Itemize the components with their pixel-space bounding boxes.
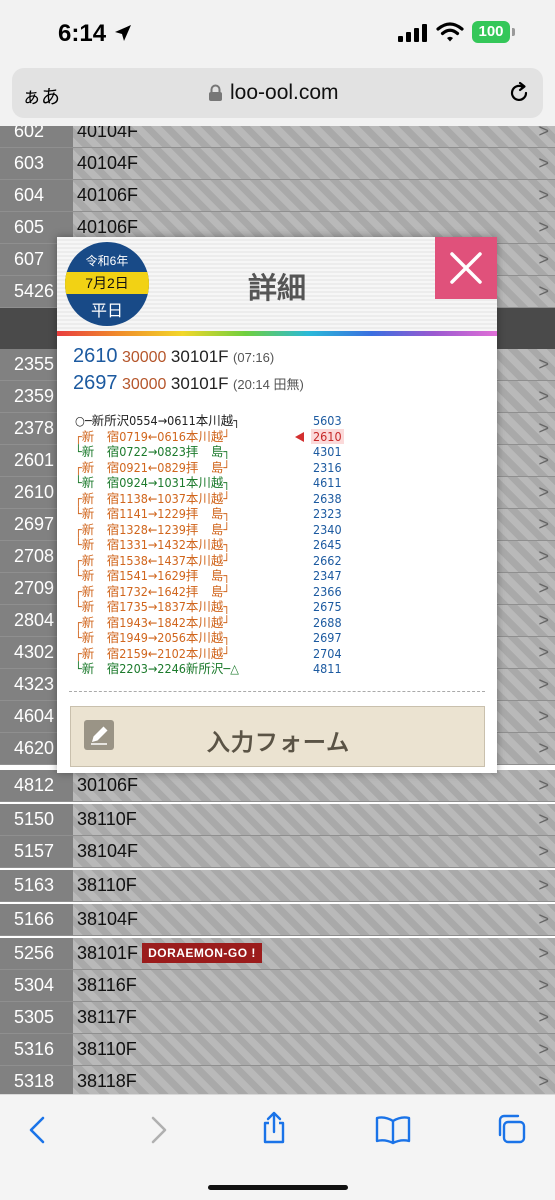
address-bar[interactable]: ぁあ loo-ool.com (12, 68, 543, 118)
chevron-right-icon: > (538, 386, 549, 406)
chevron-right-icon: > (538, 153, 549, 173)
train-summary: 2610 30000 30101F (07:16) 2697 30000 301… (73, 345, 304, 399)
schedule-row: └新 宿1735→1837本川越┐ 2675 (75, 599, 342, 614)
chevron-right-icon: > (538, 546, 549, 566)
schedule-row: └新 宿2203→2246新所沢─△ 4811 (75, 661, 342, 676)
chevron-right-icon: > (538, 482, 549, 502)
url-domain[interactable]: loo-ool.com (230, 81, 339, 105)
list-item[interactable]: 5166 38104F > (0, 904, 555, 936)
reload-icon[interactable] (507, 81, 531, 105)
chevron-right-icon: > (538, 975, 549, 995)
battery-tip (512, 28, 515, 36)
chevron-right-icon: > (538, 775, 549, 795)
rainbow-divider (57, 331, 497, 336)
list-item[interactable]: 5318 38118F > (0, 1066, 555, 1094)
chevron-right-icon: > (538, 1007, 549, 1027)
chevron-right-icon: > (538, 1071, 549, 1091)
list-item[interactable]: 5304 38116F > (0, 970, 555, 1002)
list-item[interactable]: 5316 38110F > (0, 1034, 555, 1066)
doraemon-badge: DORAEMON-GO ! (142, 943, 262, 963)
tabs-icon[interactable] (495, 1113, 527, 1145)
chevron-right-icon: > (538, 909, 549, 929)
chevron-right-icon: > (538, 809, 549, 829)
chevron-right-icon: > (538, 738, 549, 758)
status-time: 6:14 (58, 20, 107, 47)
list-item[interactable]: 603 40104F > (0, 148, 555, 180)
chevron-right-icon: > (538, 610, 549, 630)
dashed-divider (69, 691, 485, 692)
share-icon[interactable] (259, 1111, 289, 1145)
list-item[interactable]: 602 40104F > (0, 126, 555, 148)
home-indicator (208, 1185, 348, 1190)
chevron-right-icon: > (538, 126, 549, 141)
modal-title: 詳細 (247, 273, 306, 305)
schedule-row: └新 宿1331→1432本川越┐ 2645 (75, 537, 342, 552)
schedule-row: └新 宿0722→0823拝 島┐ 4301 (75, 444, 342, 459)
back-icon[interactable] (26, 1115, 50, 1145)
chevron-right-icon: > (538, 1039, 549, 1059)
list-item[interactable]: 5305 38117F > (0, 1002, 555, 1034)
schedule-row: └新 宿1541→1629拝 島┐ 2347 (75, 568, 342, 583)
chevron-right-icon: > (538, 642, 549, 662)
schedule-row: ┌新 宿1943←1842本川越┘ 2688 (75, 614, 342, 630)
chevron-right-icon: > (538, 514, 549, 534)
chevron-right-icon: > (538, 418, 549, 438)
schedule-row: ┌新 宿0921←0829拝 島┘ 2316 (75, 459, 342, 475)
cellular-signal-icon (398, 24, 427, 42)
input-form-label: 入力フォーム (206, 729, 351, 755)
close-button[interactable] (435, 237, 497, 299)
page-settings-button[interactable]: ぁあ (22, 82, 60, 109)
detail-modal: 令和6年 7月2日 平日 詳細 2610 30000 30101F (07:16… (57, 237, 497, 773)
schedule-row: ┌新 宿2159←2102本川越┘ 2704 (75, 645, 342, 661)
chevron-right-icon: > (538, 185, 549, 205)
chevron-right-icon: > (538, 249, 549, 269)
current-train-marker-icon (295, 431, 304, 442)
browser-address-area: ぁあ loo-ool.com (0, 64, 555, 126)
chevron-right-icon: > (538, 281, 549, 301)
close-icon (450, 252, 482, 284)
schedule-row: └新 宿0924→1031本川越┐ 4611 (75, 475, 342, 490)
schedule-row: └新 宿1141→1229拝 島┐ 2323 (75, 506, 342, 521)
chevron-right-icon: > (538, 706, 549, 726)
status-bar: 6:14 100 (0, 0, 555, 64)
location-arrow-icon (115, 25, 131, 41)
schedule-row: ┌新 宿1732←1642拝 島┘ 2366 (75, 583, 342, 599)
chevron-right-icon: > (538, 354, 549, 374)
list-item[interactable]: 5163 38110F > (0, 870, 555, 902)
chevron-right-icon: > (538, 943, 549, 963)
list-item[interactable]: 5157 38104F > (0, 836, 555, 868)
list-item[interactable]: 5256 38101F DORAEMON-GO ! > (0, 938, 555, 970)
schedule-row: ┌新 宿1138←1037本川越┘ 2638 (75, 490, 342, 506)
train-summary-row: 2610 30000 30101F (07:16) (73, 345, 275, 367)
chevron-right-icon: > (538, 217, 549, 237)
bookmarks-icon[interactable] (375, 1115, 411, 1145)
forward-icon[interactable] (146, 1115, 170, 1145)
schedule-row: ┌新 宿1328←1239拝 島┘ 2340 (75, 521, 342, 537)
schedule-row: └新 宿1949→2056本川越┐ 2697 (75, 630, 342, 645)
chevron-right-icon: > (538, 674, 549, 694)
wifi-icon (436, 22, 464, 42)
chevron-right-icon: > (538, 578, 549, 598)
run-schedule: ○─新所沢0554→0611本川越┐ 5603 ┌新 宿0719←0616本川越┘… (75, 413, 345, 677)
chevron-right-icon: > (538, 841, 549, 861)
chevron-right-icon: > (538, 450, 549, 470)
input-form-button[interactable]: 入力フォーム (70, 706, 485, 767)
list-item[interactable]: 604 40106F > (0, 180, 555, 212)
list-item[interactable]: 5150 38110F > (0, 804, 555, 836)
chevron-right-icon: > (538, 875, 549, 895)
list-item[interactable]: 4812 30106F > (0, 770, 555, 802)
schedule-row: ○─新所沢0554→0611本川越┐ 5603 (75, 413, 342, 428)
lock-icon (209, 84, 222, 101)
battery-indicator: 100 (472, 21, 510, 43)
train-summary-row: 2697 30000 30101F (20:14 田無) (73, 372, 304, 394)
schedule-row-current: ┌新 宿0719←0616本川越┘ 2610 (75, 428, 344, 444)
schedule-row: ┌新 宿1538←1437本川越┘ 2662 (75, 552, 342, 568)
